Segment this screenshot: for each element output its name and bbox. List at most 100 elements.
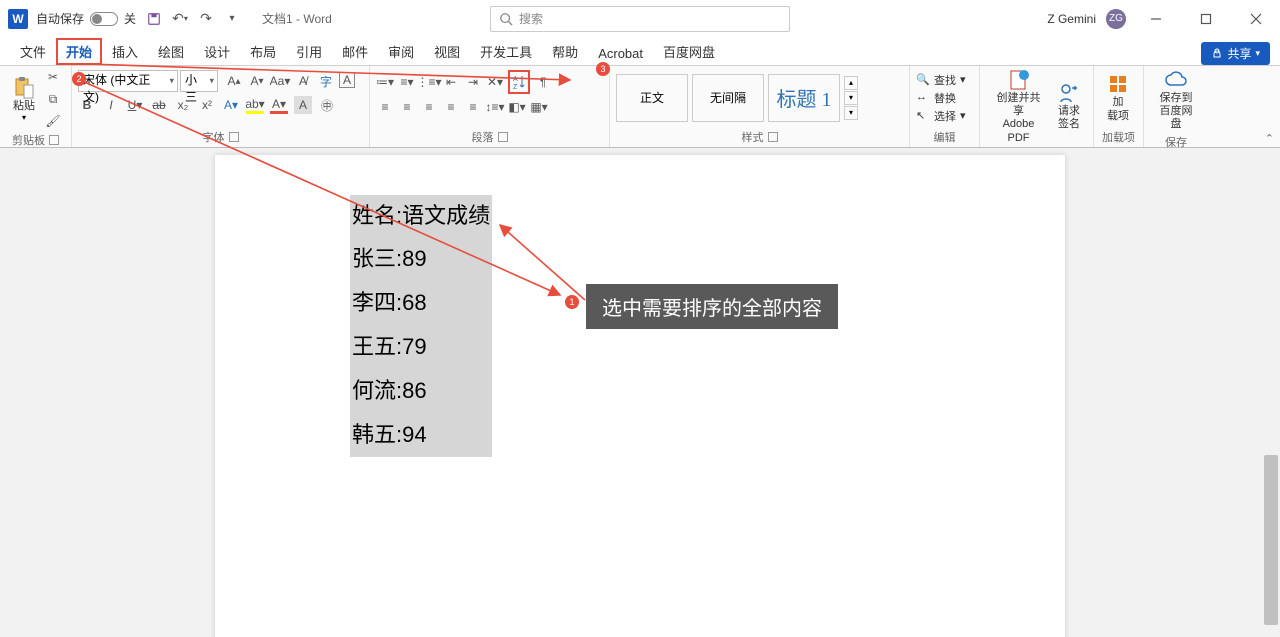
align-left-icon[interactable]: ≡ bbox=[376, 98, 394, 116]
dialog-launcher-icon[interactable] bbox=[49, 135, 59, 145]
title-bar: W 自动保存 关 ↶▾ ↷ ▾ 文档1 - Word 搜索 Z Gemini Z… bbox=[0, 0, 1280, 38]
tab-references[interactable]: 引用 bbox=[286, 38, 332, 65]
tab-baidu[interactable]: 百度网盘 bbox=[653, 38, 725, 65]
styles-label: 样式 bbox=[742, 129, 764, 145]
font-name-select[interactable]: 宋体 (中文正文)▾ bbox=[78, 70, 178, 92]
shrink-font-icon[interactable]: A▾ bbox=[247, 72, 267, 90]
redo-icon[interactable]: ↷ bbox=[196, 9, 216, 29]
tab-mailings[interactable]: 邮件 bbox=[332, 38, 378, 65]
enclose-char-icon[interactable]: ㊥ bbox=[318, 96, 336, 114]
strikethrough-icon[interactable]: ab bbox=[150, 96, 168, 114]
paste-button[interactable]: 粘贴 ▾ bbox=[6, 76, 42, 122]
maximize-button[interactable] bbox=[1186, 4, 1226, 34]
addins-label: 加载项 bbox=[1102, 129, 1135, 145]
scrollbar-thumb[interactable] bbox=[1264, 455, 1278, 625]
save-baidu-button[interactable]: 保存到百度网盘 bbox=[1150, 68, 1202, 132]
numbering-icon[interactable]: ≡▾ bbox=[398, 73, 416, 91]
cut-icon[interactable]: ✂ bbox=[44, 68, 62, 86]
justify-icon[interactable]: ≡ bbox=[442, 98, 460, 116]
tab-acrobat[interactable]: Acrobat bbox=[588, 42, 653, 65]
user-avatar[interactable]: ZG bbox=[1106, 9, 1126, 29]
badge-3: 3 bbox=[596, 62, 610, 76]
close-button[interactable] bbox=[1236, 4, 1276, 34]
font-color-icon[interactable]: A▾ bbox=[270, 96, 288, 114]
select-button[interactable]: ↖选择▾ bbox=[916, 108, 966, 124]
font-size-select[interactable]: 小三▾ bbox=[180, 70, 218, 92]
create-pdf-button[interactable]: 创建并共享Adobe PDF bbox=[986, 68, 1051, 145]
dialog-launcher-icon[interactable] bbox=[498, 132, 508, 142]
copy-icon[interactable]: ⧉ bbox=[44, 90, 62, 108]
tab-design[interactable]: 设计 bbox=[194, 38, 240, 65]
line-spacing-icon[interactable]: ↕≡▾ bbox=[486, 98, 504, 116]
decrease-indent-icon[interactable]: ⇤ bbox=[442, 73, 460, 91]
svg-text:Z: Z bbox=[513, 84, 518, 90]
clipboard-label: 剪贴板 bbox=[12, 132, 45, 148]
minimize-button[interactable] bbox=[1136, 4, 1176, 34]
replace-button[interactable]: ↔替换 bbox=[916, 90, 956, 106]
styles-gallery-scroll[interactable]: ▴▾▾ bbox=[844, 76, 858, 120]
change-case-icon[interactable]: Aa▾ bbox=[270, 72, 290, 90]
tab-file[interactable]: 文件 bbox=[10, 38, 56, 65]
find-button[interactable]: 🔍查找▾ bbox=[916, 72, 966, 88]
request-sign-button[interactable]: 请求签名 bbox=[1051, 81, 1087, 131]
distributed-icon[interactable]: ≡ bbox=[464, 98, 482, 116]
vertical-scrollbar[interactable] bbox=[1264, 155, 1278, 629]
sort-button[interactable]: AZ bbox=[508, 70, 530, 94]
share-button[interactable]: 共享▾ bbox=[1201, 42, 1270, 65]
clear-format-icon[interactable]: A̸ bbox=[293, 72, 313, 90]
document-area[interactable]: 姓名:语文成绩 张三:89 李四:68 王五:79 何流:86 韩五:94 bbox=[0, 148, 1280, 637]
shading-icon[interactable]: ◧▾ bbox=[508, 98, 526, 116]
tab-layout[interactable]: 布局 bbox=[240, 38, 286, 65]
align-center-icon[interactable]: ≡ bbox=[398, 98, 416, 116]
tab-home[interactable]: 开始 bbox=[56, 38, 102, 65]
autosave-toggle[interactable]: 自动保存 关 bbox=[36, 10, 136, 27]
save-icon[interactable] bbox=[144, 9, 164, 29]
char-shading-icon[interactable]: A bbox=[294, 96, 312, 114]
italic-icon[interactable]: I bbox=[102, 96, 120, 114]
tab-insert[interactable]: 插入 bbox=[102, 38, 148, 65]
superscript-icon[interactable]: x² bbox=[198, 96, 216, 114]
table-row: 韩五:94 bbox=[350, 413, 438, 457]
increase-indent-icon[interactable]: ⇥ bbox=[464, 73, 482, 91]
ribbon: 粘贴 ▾ ✂ ⧉ 🖌 剪贴板 宋体 (中文正文)▾ 小三▾ A▴ A▾ Aa▾ … bbox=[0, 66, 1280, 148]
tab-help[interactable]: 帮助 bbox=[542, 38, 588, 65]
table-row: 王五:79 bbox=[350, 325, 438, 369]
search-input[interactable]: 搜索 bbox=[490, 6, 790, 32]
tab-developer[interactable]: 开发工具 bbox=[470, 38, 542, 65]
tab-draw[interactable]: 绘图 bbox=[148, 38, 194, 65]
font-label: 字体 bbox=[203, 129, 225, 145]
table-row: 张三:89 bbox=[350, 237, 438, 281]
tab-view[interactable]: 视图 bbox=[424, 38, 470, 65]
group-acrobat: 创建并共享Adobe PDF 请求签名 Adobe Acrobat bbox=[980, 66, 1094, 147]
show-marks-icon[interactable]: ¶ bbox=[534, 73, 552, 91]
align-right-icon[interactable]: ≡ bbox=[420, 98, 438, 116]
dialog-launcher-icon[interactable] bbox=[229, 132, 239, 142]
badge-1: 1 bbox=[565, 295, 579, 309]
text-effects-icon[interactable]: A▾ bbox=[222, 96, 240, 114]
multilevel-list-icon[interactable]: ⋮≡▾ bbox=[420, 73, 438, 91]
borders-icon[interactable]: ▦▾ bbox=[530, 98, 548, 116]
format-painter-icon[interactable]: 🖌 bbox=[44, 112, 62, 130]
addins-icon bbox=[1106, 72, 1130, 96]
select-icon: ↖ bbox=[916, 109, 930, 123]
user-name[interactable]: Z Gemini bbox=[1047, 12, 1096, 26]
addins-button[interactable]: 加载项 bbox=[1100, 72, 1136, 122]
style-nospace[interactable]: 无间隔 bbox=[692, 74, 764, 122]
replace-icon: ↔ bbox=[916, 91, 930, 105]
selected-text-block[interactable]: 姓名:语文成绩 张三:89 李四:68 王五:79 何流:86 韩五:94 bbox=[350, 195, 492, 457]
char-border-icon[interactable]: A bbox=[339, 72, 355, 88]
asian-layout-icon[interactable]: ✕▾ bbox=[486, 73, 504, 91]
style-heading1[interactable]: 标题 1 bbox=[768, 74, 840, 122]
tab-review[interactable]: 审阅 bbox=[378, 38, 424, 65]
collapse-ribbon-icon[interactable]: ⌃ bbox=[1265, 132, 1274, 145]
style-normal[interactable]: 正文 bbox=[616, 74, 688, 122]
undo-icon[interactable]: ↶▾ bbox=[170, 9, 190, 29]
bullets-icon[interactable]: ≔▾ bbox=[376, 73, 394, 91]
grow-font-icon[interactable]: A▴ bbox=[224, 72, 244, 90]
table-row: 何流:86 bbox=[350, 369, 438, 413]
underline-icon[interactable]: U▾ bbox=[126, 96, 144, 114]
phonetic-guide-icon[interactable]: 字 bbox=[316, 72, 336, 90]
highlight-icon[interactable]: ab▾ bbox=[246, 96, 264, 114]
dialog-launcher-icon[interactable] bbox=[768, 132, 778, 142]
qat-more-icon[interactable]: ▾ bbox=[222, 9, 242, 29]
